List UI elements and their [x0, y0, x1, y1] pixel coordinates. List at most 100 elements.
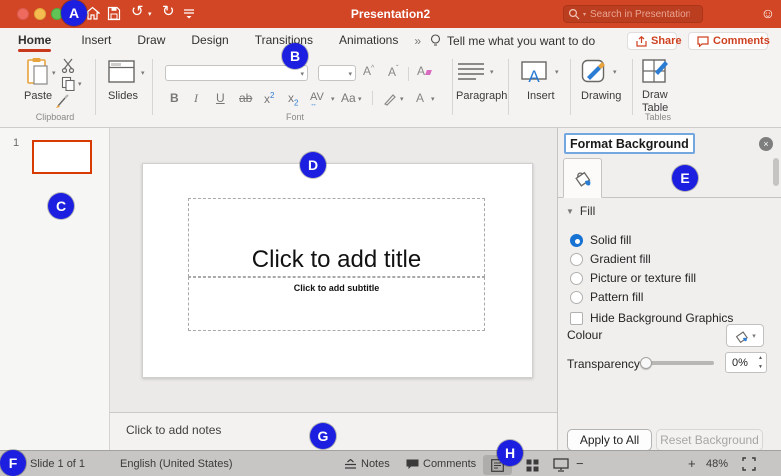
shrink-font-button[interactable]: Aˇ: [388, 64, 399, 79]
zoom-percentage[interactable]: 48%: [706, 458, 728, 470]
radio-gradient-fill[interactable]: Gradient fill: [570, 252, 651, 266]
comments-toggle-icon[interactable]: [406, 459, 419, 470]
font-size-combobox[interactable]: ▾: [318, 65, 356, 81]
slide-editing-area[interactable]: Click to add title Click to add subtitle: [142, 163, 533, 378]
fill-tab[interactable]: [563, 158, 602, 198]
paint-bucket-small-icon: [734, 329, 749, 343]
underline-button[interactable]: U: [216, 91, 225, 105]
transparency-value-field[interactable]: 0% ▲ ▼: [725, 352, 767, 373]
slide-thumbnail[interactable]: [32, 140, 92, 174]
change-case-chevron-icon[interactable]: ▾: [358, 95, 362, 103]
format-painter-icon[interactable]: [55, 94, 71, 109]
subscript-button[interactable]: x2: [288, 91, 298, 107]
tab-animations[interactable]: Animations: [339, 29, 398, 53]
panel-scrollbar-thumb[interactable]: [773, 158, 779, 186]
strikethrough-button[interactable]: ab: [239, 91, 252, 105]
home-icon[interactable]: [85, 6, 100, 21]
clipboard-group-label: Clipboard: [35, 112, 75, 122]
drawing-chevron-icon[interactable]: ▾: [613, 68, 617, 76]
group-divider: [95, 59, 96, 115]
radio-icon: [570, 252, 583, 266]
more-tabs-icon[interactable]: »: [414, 34, 421, 48]
window-close-button[interactable]: [17, 8, 29, 20]
slides-label: Slides: [108, 90, 138, 102]
notes-toggle-label[interactable]: Notes: [361, 458, 390, 470]
slides-chevron-icon[interactable]: ▾: [141, 69, 145, 77]
notes-toggle-icon[interactable]: [344, 459, 357, 470]
drawing-button[interactable]: [581, 59, 609, 85]
search-box[interactable]: ▾: [563, 5, 703, 23]
slides-button[interactable]: [108, 60, 135, 83]
undo-chevron-icon[interactable]: ▾: [148, 10, 152, 18]
tab-draw[interactable]: Draw: [137, 29, 165, 53]
bold-button[interactable]: B: [170, 91, 179, 105]
apply-to-all-button[interactable]: Apply to All: [567, 429, 652, 451]
highlight-pen-icon[interactable]: [383, 92, 397, 106]
insert-chevron-icon[interactable]: ▾: [555, 68, 559, 76]
radio-pattern-fill[interactable]: Pattern fill: [570, 290, 643, 304]
zoom-in-button[interactable]: +: [688, 456, 696, 471]
grow-font-button[interactable]: A^: [363, 64, 374, 78]
insert-button[interactable]: A: [521, 60, 551, 84]
customize-toolbar-icon[interactable]: [184, 9, 194, 19]
tab-insert[interactable]: Insert: [81, 29, 111, 53]
close-panel-icon[interactable]: ×: [759, 137, 773, 151]
paragraph-button[interactable]: [457, 62, 485, 80]
font-colour-chevron-icon[interactable]: ▾: [431, 95, 435, 103]
clear-formatting-button[interactable]: A: [417, 64, 432, 78]
title-placeholder[interactable]: Click to add title: [188, 198, 485, 277]
superscript-button[interactable]: x2: [264, 91, 274, 106]
stepper-icons[interactable]: ▲ ▼: [758, 354, 763, 372]
checkbox-label: Hide Background Graphics: [590, 311, 734, 325]
transparency-slider-track[interactable]: [642, 361, 714, 365]
radio-icon: [570, 271, 583, 285]
tab-design[interactable]: Design: [191, 29, 228, 53]
cut-icon[interactable]: [61, 58, 76, 73]
slideshow-view-button[interactable]: [546, 455, 575, 475]
tell-me-control[interactable]: Tell me what you want to do: [430, 34, 595, 48]
share-button[interactable]: Share: [627, 32, 682, 50]
font-size-chevron-icon[interactable]: ▾: [348, 70, 352, 78]
change-case-button[interactable]: Aa: [341, 91, 356, 105]
comments-toggle-label[interactable]: Comments: [423, 458, 476, 470]
annotation-badge-a: A: [61, 0, 87, 26]
fill-section-header[interactable]: ▼ Fill: [566, 204, 595, 218]
fit-to-window-icon[interactable]: [742, 457, 756, 471]
search-scope-chevron-icon[interactable]: ▾: [583, 11, 586, 18]
language-indicator[interactable]: English (United States): [120, 458, 233, 470]
lightbulb-icon: [430, 33, 441, 48]
search-input[interactable]: [590, 8, 691, 20]
comments-button[interactable]: Comments: [688, 32, 770, 50]
section-collapse-icon[interactable]: ▼: [566, 207, 574, 216]
copy-chevron-icon[interactable]: ▾: [78, 80, 82, 88]
window-minimize-button[interactable]: [34, 8, 46, 20]
highlight-chevron-icon[interactable]: ▾: [400, 95, 404, 103]
hide-background-graphics-checkbox[interactable]: Hide Background Graphics: [570, 311, 733, 325]
draw-table-button[interactable]: [642, 59, 670, 85]
feedback-smiley-icon[interactable]: ☺: [761, 5, 775, 21]
annotation-badge-c: C: [48, 193, 74, 219]
colour-picker-button[interactable]: ▾: [726, 324, 764, 347]
undo-icon[interactable]: ↺: [131, 4, 144, 20]
redo-icon[interactable]: ↻: [162, 4, 175, 20]
paste-chevron-icon[interactable]: ▾: [52, 69, 56, 77]
radio-solid-fill[interactable]: Solid fill: [570, 233, 631, 247]
character-spacing-chevron-icon[interactable]: ▾: [331, 95, 335, 103]
subtitle-placeholder[interactable]: Click to add subtitle: [188, 277, 485, 331]
slide-sorter-view-button[interactable]: [518, 455, 547, 475]
radio-picture-texture-fill[interactable]: Picture or texture fill: [570, 271, 696, 285]
paragraph-label: Paragraph: [456, 90, 508, 102]
save-icon[interactable]: [107, 6, 121, 21]
font-colour-button[interactable]: A: [416, 91, 424, 105]
title-placeholder-text: Click to add title: [251, 245, 422, 273]
transparency-slider-thumb[interactable]: [640, 357, 652, 369]
drawing-label: Drawing: [581, 90, 622, 102]
copy-icon[interactable]: [61, 76, 76, 91]
paste-button[interactable]: [24, 57, 50, 86]
italic-button[interactable]: I: [194, 91, 198, 106]
font-name-chevron-icon[interactable]: ▾: [300, 70, 304, 78]
font-name-combobox[interactable]: ▾: [165, 65, 308, 81]
tab-home[interactable]: Home: [18, 29, 52, 53]
paragraph-chevron-icon[interactable]: ▾: [490, 68, 494, 76]
zoom-out-button[interactable]: −: [576, 456, 584, 471]
